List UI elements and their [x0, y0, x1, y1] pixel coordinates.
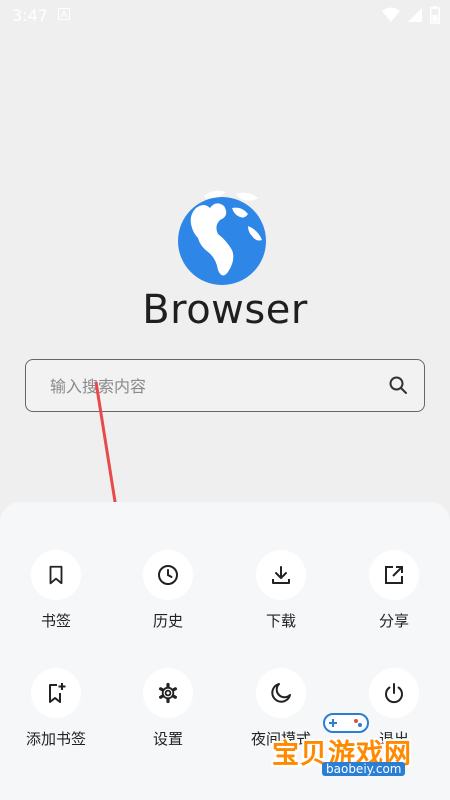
menu-item-history[interactable]: 历史: [112, 550, 224, 650]
battery-icon: [430, 6, 440, 24]
watermark-url: baobeiy.com: [322, 762, 406, 776]
search-icon[interactable]: [388, 375, 408, 395]
menu-label: 书签: [40, 612, 71, 630]
menu-item-bookmarks[interactable]: 书签: [0, 550, 112, 650]
app-title: Browser: [142, 287, 308, 333]
menu-label: 添加书签: [25, 730, 86, 748]
menu-item-add-bookmark[interactable]: 添加书签: [0, 668, 112, 768]
menu-item-downloads[interactable]: 下载: [225, 550, 337, 650]
signal-icon: [408, 8, 422, 22]
bookmark-icon: [49, 565, 63, 585]
menu-label: 设置: [152, 730, 183, 748]
settings-icon: [158, 682, 177, 704]
menu-item-settings-button[interactable]: [143, 668, 193, 718]
status-bar: 3:47: [0, 0, 450, 32]
menu-item-settings[interactable]: 设置: [112, 668, 224, 768]
share-icon: [385, 566, 403, 584]
watermark: 宝贝游戏网 baobeiy.com: [270, 710, 445, 790]
power-icon: [385, 683, 403, 704]
menu-label: 历史: [152, 612, 183, 630]
notification-icon: [58, 8, 70, 20]
menu-item-add-bookmark-button[interactable]: [31, 668, 81, 718]
menu-item-bookmarks-button[interactable]: [31, 550, 81, 600]
search-input[interactable]: [48, 360, 372, 412]
history-icon: [158, 565, 178, 585]
menu-item-share[interactable]: 分享: [338, 550, 450, 650]
night-mode-icon: [271, 683, 291, 703]
add-bookmark-icon: [49, 683, 66, 703]
download-icon: [272, 566, 290, 584]
status-time: 3:47: [12, 6, 48, 25]
wifi-icon: [382, 7, 400, 22]
menu-item-downloads-button[interactable]: [256, 550, 306, 600]
search-box[interactable]: [25, 359, 425, 412]
menu-item-history-button[interactable]: [143, 550, 193, 600]
menu-item-share-button[interactable]: [369, 550, 419, 600]
menu-label: 分享: [378, 612, 409, 630]
menu-label: 下载: [265, 612, 296, 630]
browser-logo-globe-icon: [178, 190, 266, 285]
